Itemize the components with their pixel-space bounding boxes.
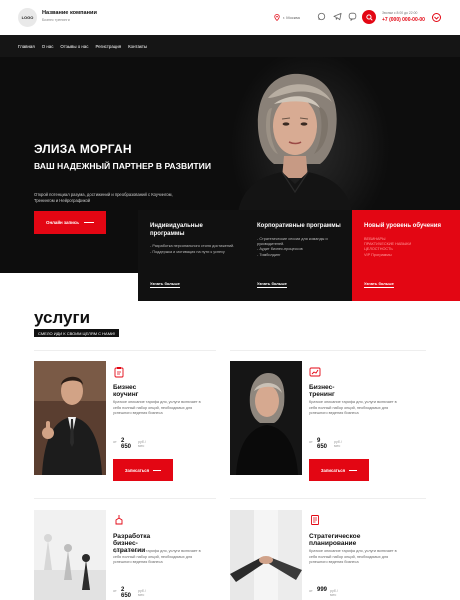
location-pin-icon: [274, 14, 280, 21]
location-selector[interactable]: г. Москва: [274, 14, 300, 21]
main-nav: Главная О нас Отзывы о нас Регистрация К…: [0, 35, 460, 57]
location-label: г. Москва: [283, 15, 300, 20]
service-price: 2 650: [121, 438, 132, 450]
price-unit: руб./мес: [138, 589, 146, 597]
divider: [230, 498, 426, 499]
program-item: - Разработка персонального стиля достиже…: [150, 244, 235, 249]
program-title: Корпоративные программы: [257, 223, 341, 229]
service-price: 9 650: [317, 438, 328, 450]
strategy-icon: [115, 515, 123, 525]
price-from-label: от: [309, 440, 313, 444]
program-learn-more-link[interactable]: Узнать больше: [364, 281, 394, 288]
program-item: - Поддержка и мотивация на пути к успеху: [150, 249, 225, 254]
document-icon: [311, 515, 319, 525]
online-booking-button[interactable]: Онлайн запись: [34, 211, 106, 234]
chevron-down-icon: [434, 16, 439, 20]
service-description: Краткое описание тарифа для, услуги вклю…: [113, 549, 201, 565]
service-photo: [230, 361, 302, 475]
book-button-label: Записаться: [320, 467, 346, 473]
program-list: - Стратегические сессии для команды и ру…: [257, 237, 342, 259]
services-heading: услуги: [34, 308, 91, 327]
telegram-icon[interactable]: [333, 12, 342, 21]
service-title: Стратегическое планирование: [309, 533, 361, 547]
viber-icon[interactable]: [348, 12, 357, 21]
price-from-label: от: [309, 589, 313, 593]
program-new-level: Новый уровень обучения ВЕБИНАРЫ ПРАКТИЧЕ…: [352, 210, 460, 301]
nav-home[interactable]: Главная: [18, 44, 35, 49]
program-item: - Стратегические сессии для команды и ру…: [257, 236, 328, 246]
clipboard-icon: [114, 367, 124, 378]
company-tagline: Бизнес тренинги: [42, 18, 70, 22]
service-photo: [34, 361, 106, 475]
phone-number[interactable]: +7 (000) 000-00-00: [382, 17, 425, 23]
arrow-line-icon: [83, 222, 94, 223]
arrow-line-icon: [153, 469, 162, 471]
book-button-label: Записаться: [124, 467, 150, 473]
book-service-button[interactable]: Записаться: [113, 459, 173, 481]
service-title: Бизнес коучинг: [113, 384, 139, 398]
hero-subtitle: ВАШ НАДЕЖНЫЙ ПАРТНЕР В РАЗВИТИИ: [34, 161, 211, 171]
whatsapp-icon[interactable]: [317, 12, 326, 21]
divider: [34, 350, 216, 351]
nav-contacts[interactable]: Контакты: [128, 44, 147, 49]
service-price: 999: [317, 587, 328, 593]
site-header: LOGO Название компании Бизнес тренинги г…: [0, 0, 460, 35]
nav-about[interactable]: О нас: [42, 44, 54, 49]
nav-reviews[interactable]: Отзывы о нас: [60, 44, 88, 49]
program-individual: Индивидуальные программы - Разработка пе…: [138, 210, 245, 301]
search-icon: [365, 13, 373, 21]
service-price: 2 650: [121, 587, 132, 599]
hero-portrait: [238, 73, 352, 213]
search-button[interactable]: [362, 10, 376, 24]
program-list: ВЕБИНАРЫ ПРАКТИЧЕСКИЕ НАВЫКИ ЦЕЛОСТНОСТЬ…: [364, 237, 450, 259]
service-title: Бизнес-тренинг: [309, 384, 335, 398]
price-from-label: от: [113, 589, 117, 593]
logo[interactable]: LOGO: [18, 8, 37, 27]
online-booking-label: Онлайн запись: [46, 220, 79, 225]
program-item: - Тимбилдинг: [257, 252, 281, 257]
program-learn-more-link[interactable]: Узнать больше: [150, 281, 180, 288]
price-from-label: от: [113, 440, 117, 444]
company-name: Название компании: [42, 10, 97, 16]
program-learn-more-link[interactable]: Узнать больше: [257, 281, 287, 288]
divider: [34, 498, 216, 499]
program-title: Индивидуальные программы: [150, 223, 203, 237]
phone-dropdown-button[interactable]: [432, 13, 441, 22]
phone-hours: Звонки с 8:00 до 22:00: [382, 11, 418, 15]
price-unit: руб./мес: [330, 589, 338, 597]
price-unit: руб./мес: [138, 440, 146, 448]
program-list: - Разработка персонального стиля достиже…: [150, 244, 235, 255]
service-description: Краткое описание тарифа для, услуги вклю…: [309, 549, 397, 565]
program-item: VIP Программы: [364, 252, 392, 257]
service-description: Краткое описание тарифа для, услуги вклю…: [309, 400, 397, 416]
service-photo: [34, 510, 106, 600]
program-corporate: Корпоративные программы - Стратегические…: [245, 210, 352, 301]
hero-description: Открой потенциал разума, достижений и пр…: [34, 192, 173, 203]
services-tagline: СМЕЛО ИДИ К СВОИМ ЦЕЛЯМ С НАМИ!: [34, 329, 120, 337]
divider: [230, 350, 426, 351]
program-title: Новый уровень обучения: [364, 223, 441, 229]
price-unit: руб./мес: [334, 440, 342, 448]
book-service-button[interactable]: Записаться: [309, 459, 369, 481]
service-description: Краткое описание тарифа для, услуги вклю…: [113, 400, 201, 416]
arrow-line-icon: [349, 469, 358, 471]
chart-icon: [309, 367, 321, 377]
nav-registration[interactable]: Регистрация: [95, 44, 121, 49]
hero-title: ЭЛИЗА МОРГАН: [34, 142, 132, 156]
service-photo: [230, 510, 302, 600]
